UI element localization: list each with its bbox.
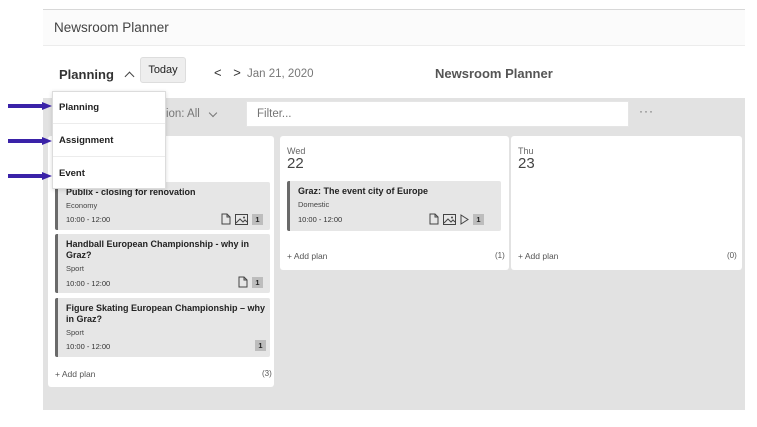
plan-section: Economy: [66, 201, 98, 210]
count-badge: 1: [252, 213, 263, 225]
day-column-wed: Wed 22 Graz: The event city of Europe Do…: [280, 136, 509, 270]
play-icon: [460, 213, 469, 225]
day-number: 23: [518, 155, 535, 172]
plan-section: Sport: [66, 328, 84, 337]
add-plan-button[interactable]: + Add plan: [55, 369, 95, 379]
app-header: Newsroom Planner: [43, 10, 745, 46]
chevron-up-icon: [124, 71, 135, 82]
plan-title: Graz: The event city of Europe: [298, 186, 429, 196]
day-number: 22: [287, 155, 304, 172]
plan-icons: 1: [255, 340, 266, 351]
annotation-arrow-icon: [8, 172, 52, 180]
add-plan-button[interactable]: + Add plan: [518, 251, 558, 261]
annotation-arrow-icon: [8, 137, 52, 145]
plan-icons: 1: [429, 213, 484, 225]
document-icon: [429, 213, 439, 225]
view-selector[interactable]: Planning: [59, 67, 135, 82]
plan-title: Handball European Championship - why in …: [66, 239, 250, 260]
annotation-arrow-icon: [8, 102, 52, 110]
count-badge: 1: [255, 340, 266, 351]
plan-title: Figure Skating European Championship – w…: [66, 303, 266, 324]
plan-count: (3): [262, 369, 272, 378]
menu-item-assignment[interactable]: Assignment: [53, 125, 165, 157]
today-button[interactable]: Today: [140, 57, 186, 83]
filter-input[interactable]: [246, 101, 629, 127]
plan-time: 10:00 - 12:00: [66, 342, 111, 351]
plan-section: Domestic: [298, 200, 330, 209]
current-date: Jan 21, 2020: [247, 68, 314, 80]
date-nav-arrows[interactable]: < >: [214, 65, 245, 80]
count-badge: 1: [252, 276, 263, 288]
plan-card[interactable]: Figure Skating European Championship – w…: [55, 298, 270, 357]
view-selector-label: Planning: [59, 67, 114, 82]
chevron-down-icon: [208, 108, 218, 117]
view-dropdown-menu: Planning Assignment Event: [52, 91, 166, 189]
plan-time: 10:00 - 12:00: [298, 215, 343, 224]
app-title: Newsroom Planner: [54, 20, 169, 35]
day-column-thu: Thu 23 + Add plan (0): [511, 136, 742, 270]
plan-count: (1): [495, 251, 505, 260]
plan-card[interactable]: Handball European Championship - why in …: [55, 234, 270, 293]
plan-icons: 1: [238, 276, 263, 288]
column-header: Wed 22: [287, 146, 305, 172]
add-plan-button[interactable]: + Add plan: [287, 251, 327, 261]
menu-item-planning[interactable]: Planning: [53, 92, 165, 124]
plan-time: 10:00 - 12:00: [66, 215, 111, 224]
plan-time: 10:00 - 12:00: [66, 279, 111, 288]
column-header: Thu 23: [518, 146, 535, 172]
plan-icons: 1: [221, 213, 263, 225]
page-title: Newsroom Planner: [435, 66, 553, 81]
plan-section: Sport: [66, 264, 84, 273]
plan-count: (0): [727, 251, 737, 260]
document-icon: [238, 276, 248, 288]
plan-card[interactable]: Graz: The event city of Europe Domestic …: [287, 181, 501, 231]
count-badge: 1: [473, 213, 484, 225]
menu-item-event[interactable]: Event: [53, 158, 165, 190]
image-icon: [235, 213, 248, 225]
app: Newsroom Planner Planning Today < > Jan …: [0, 0, 757, 427]
image-icon: [443, 213, 456, 225]
document-icon: [221, 213, 231, 225]
more-options-button[interactable]: ···: [639, 104, 654, 118]
